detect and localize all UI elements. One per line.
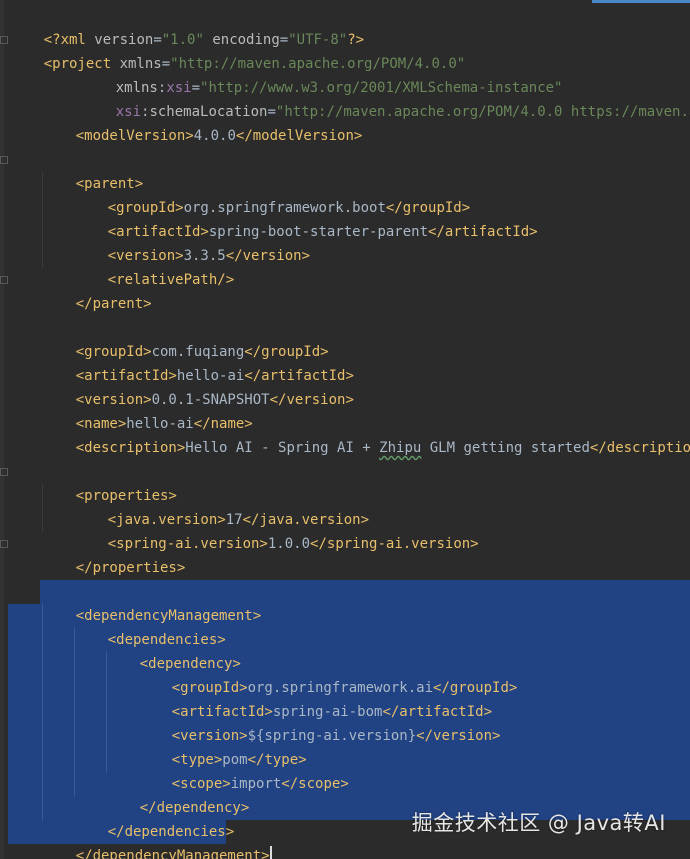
element-text: 4.0.0 (193, 128, 236, 144)
code-line[interactable]: <artifactId>spring-boot-starter-parent</… (74, 196, 538, 240)
code-line[interactable]: <groupId>com.fuqiang</groupId> (42, 316, 329, 360)
tag: </artifactId> (428, 224, 538, 240)
code-line[interactable]: xmlns:xsi="http://www.w3.org/2001/XMLSch… (82, 52, 563, 96)
code-line[interactable]: <scope>import</scope> (138, 748, 349, 792)
tag: </parent> (75, 296, 152, 312)
spellcheck-word[interactable]: Zhipu (379, 440, 421, 456)
gutter-strip (0, 0, 4, 859)
code-line[interactable]: </dependencyManagement> (42, 820, 272, 859)
code-line[interactable]: <parent> (42, 148, 143, 192)
fold-marker[interactable] (0, 156, 8, 164)
code-line[interactable]: <version>3.3.5</version> (74, 220, 310, 264)
fold-marker[interactable] (0, 468, 8, 476)
code-line[interactable]: <dependency> (106, 628, 241, 672)
code-line[interactable]: <spring-ai.version>1.0.0</spring-ai.vers… (74, 508, 479, 552)
code-editor[interactable]: <?xml version="1.0" encoding="UTF-8"?> <… (0, 0, 690, 859)
element-text: 1.0.0 (267, 536, 311, 552)
code-line[interactable]: <java.version>17</java.version> (74, 484, 369, 528)
code-line[interactable]: <description>Hello AI - Spring AI + Zhip… (42, 412, 690, 456)
fold-marker[interactable] (0, 540, 8, 548)
code-line[interactable]: <project xmlns="http://maven.apache.org/… (10, 28, 465, 72)
tag: </dependencyManagement> (75, 848, 270, 859)
code-line[interactable]: <groupId>org.springframework.boot</group… (74, 172, 470, 216)
tag: </spring-ai.version> (310, 536, 479, 552)
code-line[interactable]: xsi:schemaLocation="http://maven.apache.… (82, 76, 690, 120)
element-text: Hello AI - Spring AI + (185, 440, 380, 456)
tag: </properties> (75, 560, 186, 576)
tag: </modelVersion> (235, 128, 363, 144)
code-line[interactable]: <modelVersion>4.0.0</modelVersion> (42, 100, 363, 144)
tag: </version> (225, 248, 311, 264)
code-line[interactable]: <dependencies> (74, 604, 226, 648)
tag: </version> (416, 728, 501, 744)
code-line[interactable]: </dependency> (106, 772, 250, 816)
fold-marker[interactable] (0, 276, 8, 284)
fold-marker[interactable] (0, 36, 8, 44)
tag: </version> (269, 392, 354, 408)
text-caret (269, 846, 272, 859)
code-line[interactable]: <version>${spring-ai.version}</version> (138, 700, 501, 744)
element-text: GLM getting started (421, 440, 590, 456)
code-line[interactable]: <type>pom</type> (138, 724, 307, 768)
tag: <description> (75, 440, 186, 456)
code-line[interactable]: </properties> (42, 532, 186, 576)
code-line[interactable]: <groupId>org.springframework.ai</groupId… (138, 652, 518, 696)
code-line[interactable]: <artifactId>hello-ai</artifactId> (42, 340, 354, 384)
code-line[interactable]: </dependencies> (74, 796, 234, 840)
code-line[interactable]: <dependencyManagement> (42, 580, 261, 624)
code-line[interactable]: <relativePath/> (74, 244, 234, 288)
watermark: 掘金技术社区 @ Java转AI (411, 811, 666, 835)
code-line[interactable]: <properties> (42, 460, 177, 504)
code-line[interactable]: <?xml version="1.0" encoding="UTF-8"?> (10, 4, 364, 48)
tag: </scope> (281, 776, 349, 792)
code-line[interactable]: <artifactId>spring-ai-bom</artifactId> (138, 676, 492, 720)
tag: </description> (589, 440, 690, 456)
code-line[interactable]: <name>hello-ai</name> (42, 388, 253, 432)
tag: <modelVersion> (75, 128, 194, 144)
code-line[interactable]: <version>0.0.1-SNAPSHOT</version> (42, 364, 354, 408)
code-line[interactable]: </parent> (42, 268, 152, 312)
active-tab-indicator (592, 0, 690, 3)
